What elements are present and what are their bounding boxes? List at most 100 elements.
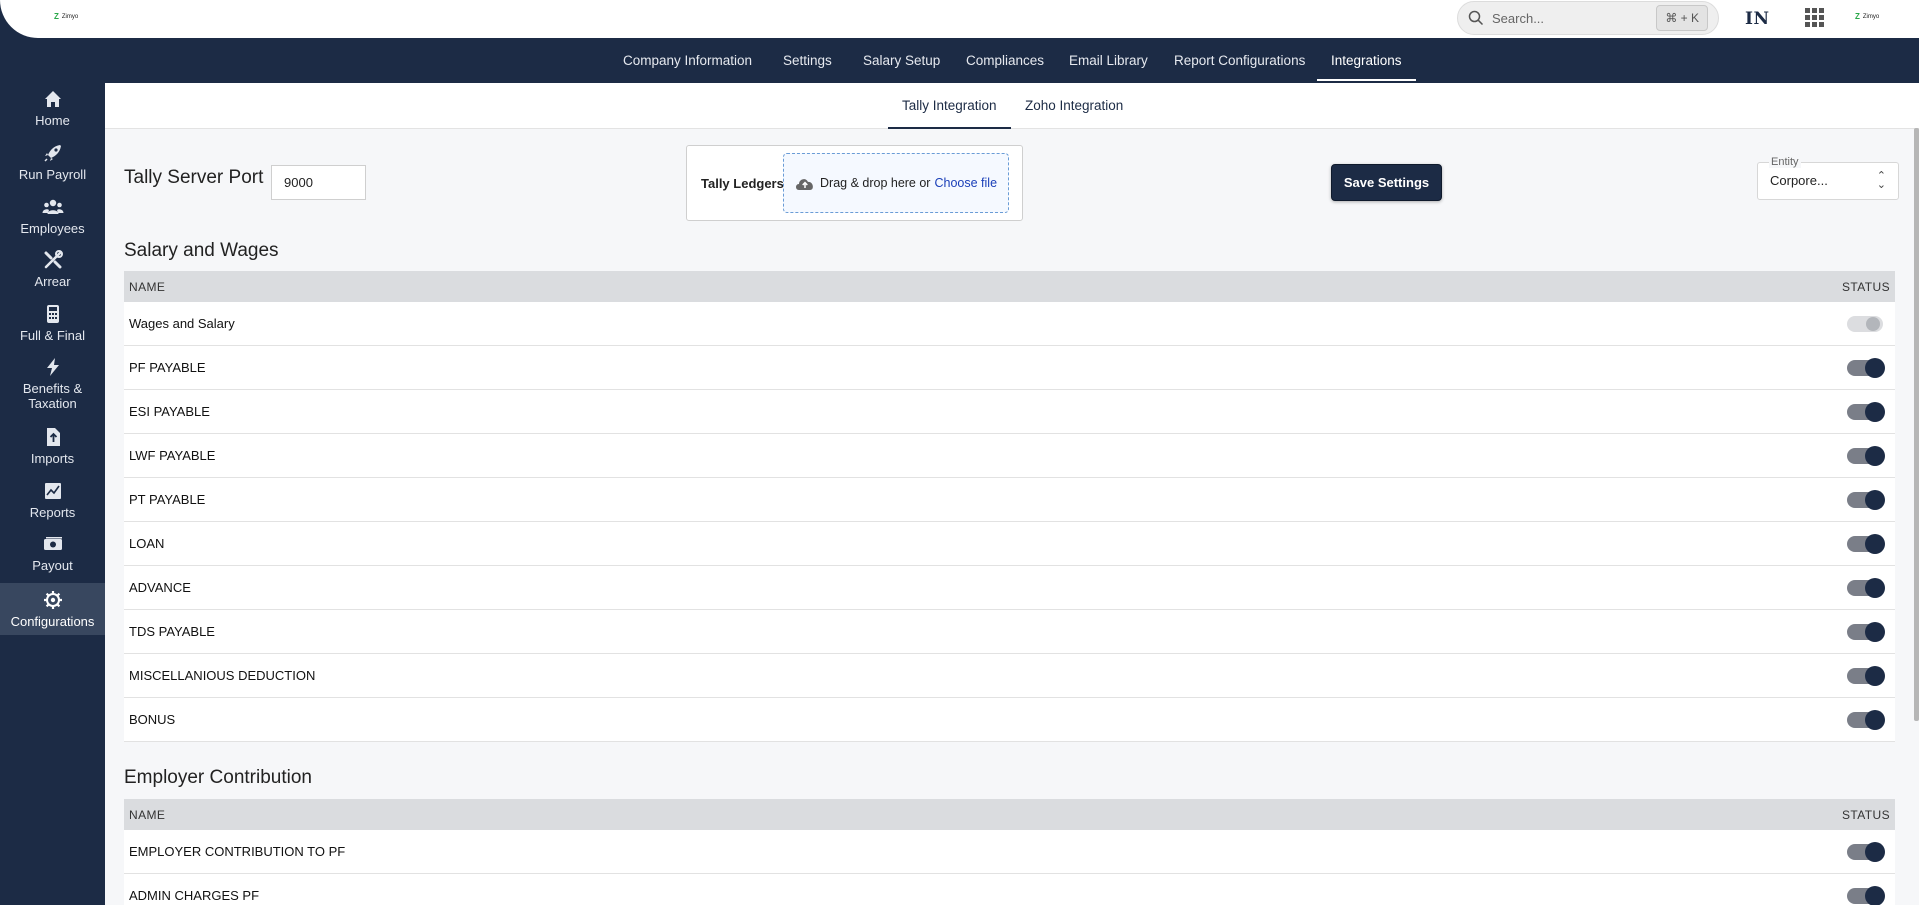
status-toggle[interactable] [1847,621,1885,642]
sidebar-item-payout[interactable]: Payout [0,533,105,581]
bolt-icon [46,358,59,376]
table-row: MISCELLANIOUS DEDUCTION [124,654,1895,698]
table-row: PF PAYABLE [124,346,1895,390]
sidebar-item-label: Home [35,113,70,128]
choose-file-link[interactable]: Choose file [934,176,997,190]
cloud-upload-icon [796,179,813,190]
tally-server-port-input[interactable]: 9000 [271,165,366,200]
search-shortcut-badge: ⌘ + K [1656,5,1708,31]
table-row: EMPLOYER CONTRIBUTION TO PF [124,830,1895,874]
grid-icon[interactable] [1805,8,1824,27]
tally-ledgers-label: Tally Ledgers [701,176,784,191]
table-row: PT PAYABLE [124,478,1895,522]
sidebar-item-benefits-taxation[interactable]: Benefits & Taxation [0,356,105,420]
column-header-status: STATUS [1842,279,1890,294]
calculator-icon [46,305,59,323]
sidebar-item-label: Benefits & [22,381,83,396]
status-toggle[interactable] [1847,533,1885,554]
ledger-name: ESI PAYABLE [129,404,210,419]
sidebar-item-configurations[interactable]: Configurations [0,583,105,635]
table-header: NAME STATUS [124,799,1895,830]
search-icon [1468,10,1484,26]
search-input[interactable]: Search... [1492,11,1656,26]
salary-wages-table: NAME STATUS Wages and Salary PF PAYABLE … [124,271,1895,742]
ledger-name: ADVANCE [129,580,191,595]
nav-compliances[interactable]: Compliances [966,38,1044,83]
ledger-name: ADMIN CHARGES PF [129,888,260,903]
ledger-name: TDS PAYABLE [129,624,215,639]
nav-company-information[interactable]: Company Information [623,38,752,83]
nav-integrations[interactable]: Integrations [1317,38,1416,83]
ledger-name: LOAN [129,536,165,551]
status-toggle[interactable] [1847,357,1885,378]
table-row: BONUS [124,698,1895,742]
table-row: LWF PAYABLE [124,434,1895,478]
table-row: ESI PAYABLE [124,390,1895,434]
sidebar-item-label: Run Payroll [18,167,87,182]
entity-select[interactable]: Entity Corpore... ⌃ ⌄ [1757,156,1899,200]
home-icon [44,91,61,107]
status-toggle[interactable] [1847,709,1885,730]
ledger-name: EMPLOYER CONTRIBUTION TO PF [129,844,346,859]
table-header: NAME STATUS [124,271,1895,302]
status-toggle[interactable] [1847,841,1885,862]
sidebar: Home Run Payroll Employees Arrear Full &… [0,83,105,905]
status-toggle[interactable] [1847,665,1885,686]
country-selector[interactable]: IN [1745,9,1770,29]
nav-salary-setup[interactable]: Salary Setup [863,38,940,83]
logo-right-text: Zimyo [1862,13,1880,20]
ledger-name: PF PAYABLE [129,360,206,375]
brand-logo[interactable]: Z Zimyo [54,12,78,21]
sidebar-item-imports[interactable]: Imports [0,426,105,474]
nav-report-configurations[interactable]: Report Configurations [1174,38,1305,83]
file-import-icon [46,428,60,446]
sidebar-item-employees[interactable]: Employees [0,196,105,244]
ledger-name: PT PAYABLE [129,492,206,507]
logo-mark-icon: Z [54,12,59,21]
company-logo[interactable]: Z Zimyo [1855,12,1879,21]
sidebar-item-label: Reports [29,505,76,520]
sidebar-item-label-2: Taxation [28,396,77,411]
ledger-name: BONUS [129,712,176,727]
chevron-up-down-icon: ⌃ ⌄ [1876,170,1886,191]
status-toggle[interactable] [1847,885,1885,905]
search-bar[interactable]: Search... ⌘ + K [1457,1,1719,35]
page-scrollbar[interactable] [1914,128,1919,721]
nav-email-library[interactable]: Email Library [1069,38,1148,83]
ledger-name: Wages and Salary [129,316,235,331]
tally-server-port-label: Tally Server Port [124,167,264,188]
status-toggle [1847,315,1883,332]
table-row: Wages and Salary [124,302,1895,346]
logo-text: Zimyo [61,13,79,20]
top-header: Z Zimyo Search... ⌘ + K IN Z Zimyo [0,0,1919,38]
main-content: Tally Integration Zoho Integration Tally… [105,83,1919,905]
entity-value: Corpore... [1770,173,1828,188]
status-toggle[interactable] [1847,445,1885,466]
sidebar-item-label: Imports [30,451,75,466]
tally-ledgers-upload: Tally Ledgers Drag & drop here or Choose… [686,145,1023,221]
tab-tally-integration[interactable]: Tally Integration [888,83,1011,129]
sidebar-item-reports[interactable]: Reports [0,480,105,528]
ledger-name: MISCELLANIOUS DEDUCTION [129,668,316,683]
sidebar-item-label: Employees [20,221,85,236]
sidebar-item-full-final[interactable]: Full & Final [0,303,105,351]
nav-settings[interactable]: Settings [783,38,832,83]
top-nav: Company Information Settings Salary Setu… [0,38,1919,83]
sidebar-item-run-payroll[interactable]: Run Payroll [0,142,105,190]
save-settings-button[interactable]: Save Settings [1331,164,1442,201]
gear-icon [43,591,62,609]
chart-icon [44,483,61,499]
table-row: ADMIN CHARGES PF [124,874,1895,905]
tab-zoho-integration[interactable]: Zoho Integration [1025,83,1123,129]
status-toggle[interactable] [1847,577,1885,598]
top-header-surface: Z Zimyo Search... ⌘ + K IN Z Zimyo [0,0,1919,38]
sidebar-item-label: Payout [32,558,73,573]
sidebar-item-arrear[interactable]: Arrear [0,249,105,297]
status-toggle[interactable] [1847,401,1885,422]
sidebar-item-home[interactable]: Home [0,88,105,136]
integration-tabs: Tally Integration Zoho Integration [105,83,1919,129]
status-toggle[interactable] [1847,489,1885,510]
file-dropzone[interactable]: Drag & drop here or Choose file [783,153,1009,213]
column-header-status: STATUS [1842,807,1890,822]
users-icon [42,199,63,214]
